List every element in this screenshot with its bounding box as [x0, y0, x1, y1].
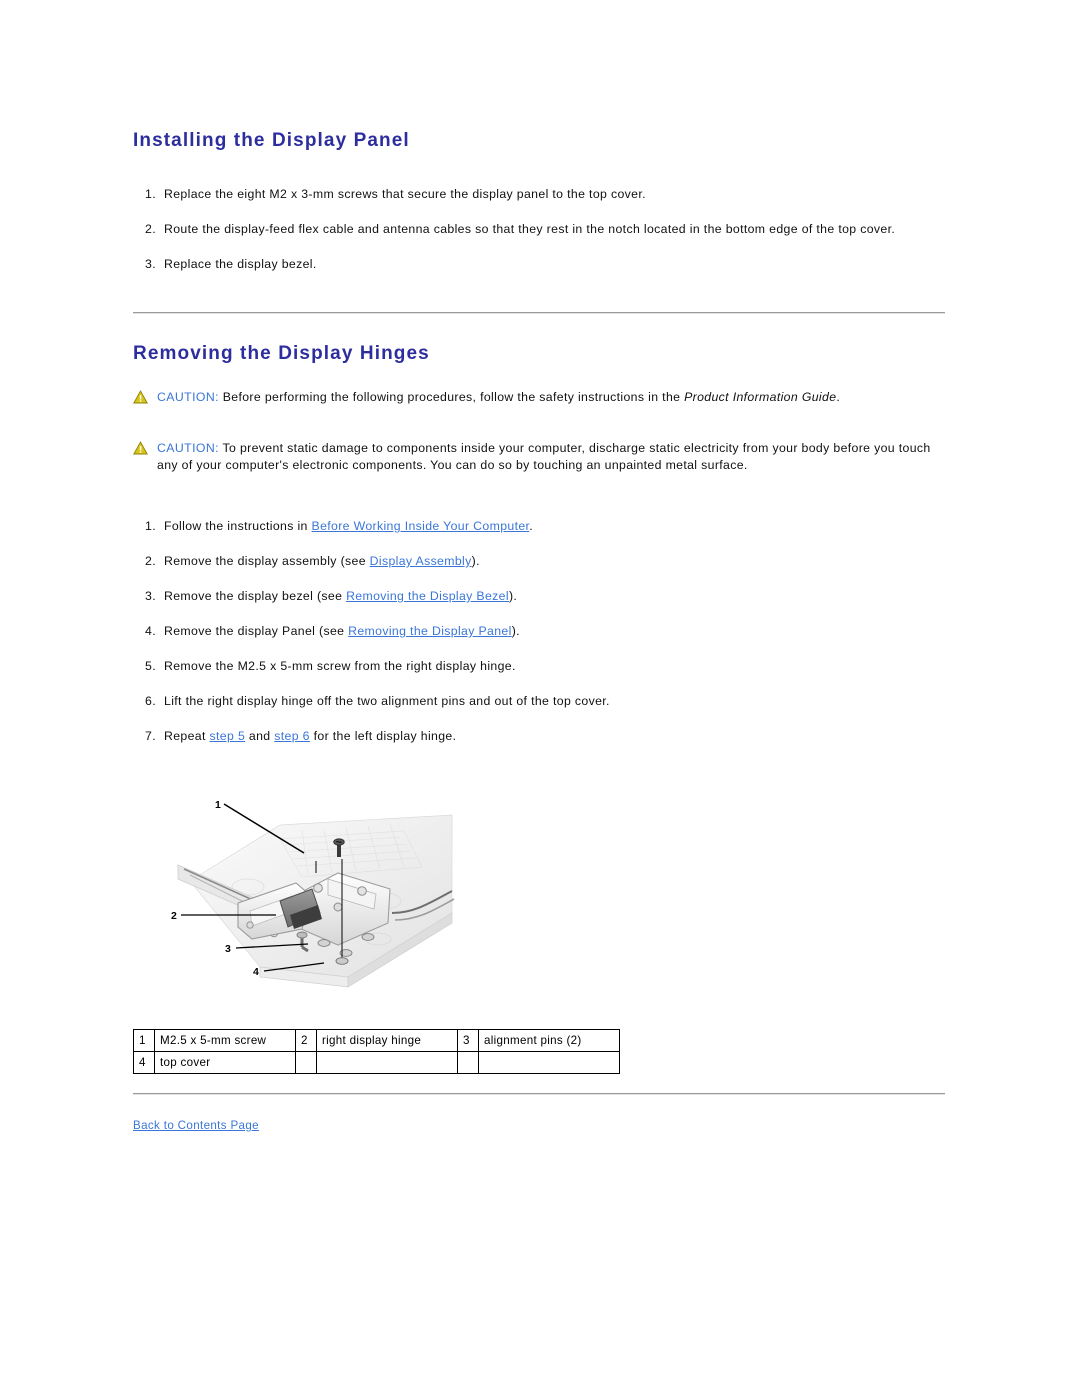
link-step-5[interactable]: step 5	[210, 729, 246, 743]
callout-2: 2	[171, 910, 177, 922]
legend-table: 1 M2.5 x 5-mm screw 2 right display hing…	[133, 1029, 620, 1074]
caution-emphasis: Product Information Guide	[684, 390, 837, 404]
caution-text-1: CAUTION: Before performing the following…	[157, 389, 840, 406]
legend-index: 2	[295, 1029, 317, 1052]
step-number: 1.	[145, 519, 156, 533]
list-item: 5. Remove the M2.5 x 5-mm screw from the …	[133, 658, 945, 674]
link-removing-the-display-panel[interactable]: Removing the Display Panel	[348, 624, 512, 638]
step-text-post: ).	[511, 624, 520, 638]
callout-4: 4	[253, 966, 259, 978]
step-text-pre: Lift the right display hinge off the two…	[164, 694, 610, 708]
caution-block-2: CAUTION: To prevent static damage to com…	[133, 440, 945, 474]
step-number: 4.	[145, 624, 156, 638]
list-item: 1. Replace the eight M2 x 3-mm screws th…	[133, 186, 945, 202]
step-text-pre: Repeat	[164, 729, 210, 743]
step-text-post: ).	[471, 554, 480, 568]
caution-body-end: .	[836, 390, 841, 404]
step-text-pre: Remove the display assembly (see	[164, 554, 370, 568]
step-text: Replace the eight M2 x 3-mm screws that …	[164, 187, 646, 201]
link-removing-the-display-bezel[interactable]: Removing the Display Bezel	[346, 589, 509, 603]
step-text-pre: Remove the display Panel (see	[164, 624, 349, 638]
step-number: 3.	[145, 589, 156, 603]
legend-label: alignment pins (2)	[478, 1029, 620, 1052]
step-number: 1.	[145, 187, 156, 201]
caution-body: To prevent static damage to components i…	[157, 441, 931, 472]
table-row: 4 top cover	[133, 1051, 620, 1074]
step-number: 2.	[145, 554, 156, 568]
step-text: Route the display-feed flex cable and an…	[164, 222, 896, 236]
list-item: 4. Remove the display Panel (see Removing…	[133, 623, 945, 639]
display-hinge-photo: 1 2 3 4	[152, 763, 458, 1001]
hinge-steps-list: 1. Follow the instructions in Before Work…	[133, 518, 945, 744]
legend-label	[316, 1051, 458, 1074]
link-step-6[interactable]: step 6	[274, 729, 310, 743]
list-item: 3. Replace the display bezel.	[133, 256, 945, 272]
step-text-post: ).	[508, 589, 518, 603]
list-item: 1. Follow the instructions in Before Work…	[133, 518, 945, 534]
list-item: 2. Remove the display assembly (see Displ…	[133, 553, 945, 569]
step-number: 5.	[145, 659, 156, 673]
caution-block-1: CAUTION: Before performing the following…	[133, 389, 945, 406]
link-display-assembly[interactable]: Display Assembly	[370, 554, 472, 568]
legend-index: 4	[133, 1051, 155, 1074]
legend-label: M2.5 x 5-mm screw	[154, 1029, 296, 1052]
list-item: 6. Lift the right display hinge off the t…	[133, 693, 945, 709]
step-text-post: for the left display hinge.	[309, 729, 457, 743]
legend-index	[457, 1051, 479, 1074]
list-item: 7. Repeat step 5 and step 6 for the left …	[133, 728, 945, 744]
installing-steps-list: 1. Replace the eight M2 x 3-mm screws th…	[133, 186, 945, 272]
link-back-to-contents-page[interactable]: Back to Contents Page	[133, 1119, 259, 1132]
step-text: Replace the display bezel.	[164, 257, 317, 271]
caution-label: CAUTION:	[157, 441, 219, 455]
caution-body: Before performing the following procedur…	[218, 390, 685, 404]
step-text-pre: Remove the M2.5 x 5-mm screw from the ri…	[164, 659, 516, 673]
legend-label: top cover	[154, 1051, 296, 1074]
step-text-mid: and	[245, 729, 275, 743]
step-number: 2.	[145, 222, 156, 236]
step-text-pre: Remove the display bezel (see	[164, 589, 347, 603]
callout-3: 3	[225, 943, 231, 955]
display-hinge-illustration: 1 2 3 4	[152, 763, 458, 1001]
page-title-removing-display-hinges: Removing the Display Hinges	[133, 343, 430, 364]
legend-label: right display hinge	[316, 1029, 458, 1052]
page-title-installing-display-panel: Installing the Display Panel	[133, 130, 410, 151]
caution-text-2: CAUTION: To prevent static damage to com…	[157, 440, 945, 474]
warning-triangle-icon	[133, 441, 148, 455]
step-number: 3.	[145, 257, 156, 271]
legend-label	[478, 1051, 620, 1074]
link-before-working-inside-your-computer[interactable]: Before Working Inside Your Computer	[312, 519, 530, 533]
legend-index	[295, 1051, 317, 1074]
warning-triangle-icon	[133, 390, 148, 404]
step-text-pre: Follow the instructions in	[164, 519, 312, 533]
callout-1: 1	[215, 799, 221, 811]
document-page: Installing the Display Panel 1. Replace …	[133, 0, 945, 1134]
list-item: 3. Remove the display bezel (see Removing…	[133, 588, 945, 604]
step-text-post: .	[529, 519, 534, 533]
step-number: 6.	[145, 694, 156, 708]
caution-label: CAUTION:	[157, 390, 219, 404]
list-item: 2. Route the display-feed flex cable and…	[133, 221, 945, 237]
legend-index: 1	[133, 1029, 155, 1052]
legend-index: 3	[457, 1029, 479, 1052]
step-number: 7.	[145, 729, 156, 743]
table-row: 1 M2.5 x 5-mm screw 2 right display hing…	[133, 1029, 620, 1052]
